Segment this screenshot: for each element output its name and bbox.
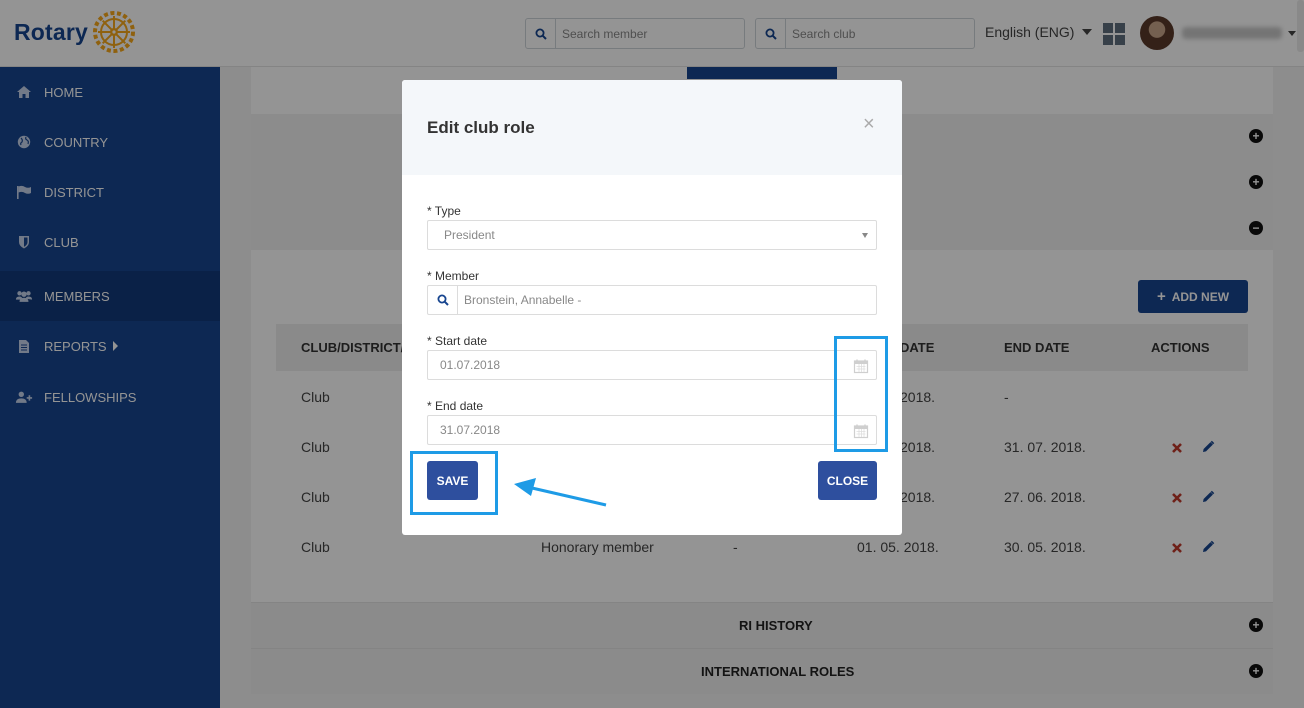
type-label: * Type (427, 204, 461, 218)
close-icon[interactable]: × (863, 114, 875, 134)
modal-title: Edit club role (427, 118, 535, 137)
search-icon[interactable] (428, 286, 458, 314)
caret-down-icon (862, 233, 868, 238)
save-highlight-box (410, 451, 498, 515)
start-date-label: * Start date (427, 334, 488, 348)
start-date-value: 01.07.2018 (440, 358, 501, 372)
end-date-label: * End date (427, 399, 484, 413)
member-search-field[interactable]: Bronstein, Annabelle - (427, 285, 877, 315)
close-button[interactable]: CLOSE (818, 461, 877, 500)
end-date-value: 31.07.2018 (440, 423, 501, 437)
member-value: Bronstein, Annabelle - (464, 293, 582, 307)
calendar-highlight-box (834, 336, 888, 452)
end-date-field[interactable]: 31.07.2018 (427, 415, 877, 445)
start-date-field[interactable]: 01.07.2018 (427, 350, 877, 380)
member-label: * Member (427, 269, 480, 283)
type-select[interactable]: President (427, 220, 877, 250)
type-value: President (444, 228, 495, 242)
